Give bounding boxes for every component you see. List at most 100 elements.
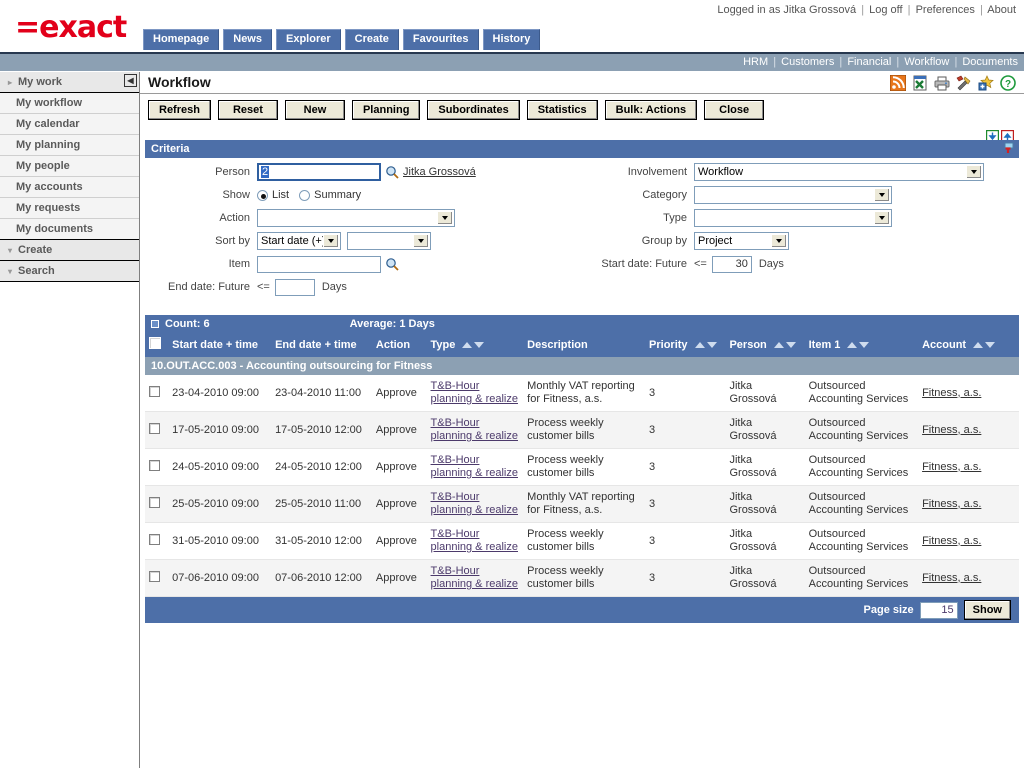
tab-history[interactable]: History <box>482 29 541 50</box>
sidebar-group-my-work[interactable]: ▸ My work ◀ <box>0 72 139 93</box>
page-size-input[interactable]: 15 <box>919 601 958 619</box>
sidebar-group-search[interactable]: ▾ Search <box>0 261 139 282</box>
account-link[interactable]: Fitness, a.s. <box>922 387 981 399</box>
add-favourite-icon[interactable] <box>978 75 994 91</box>
row-checkbox[interactable] <box>149 459 160 471</box>
show-radio-summary[interactable] <box>299 189 311 201</box>
excel-export-icon[interactable] <box>912 75 928 91</box>
subordinates-button[interactable]: Subordinates <box>427 100 520 120</box>
module-link-workflow[interactable]: Workflow <box>904 56 949 68</box>
end-date-future-input[interactable] <box>274 278 315 296</box>
table-row[interactable]: 31-05-2010 09:00 31-05-2010 12:00 Approv… <box>145 522 1019 560</box>
type-select[interactable] <box>694 209 892 227</box>
bulk-actions-button[interactable]: Bulk: Actions <box>604 100 698 120</box>
row-checkbox[interactable] <box>149 533 160 545</box>
sort-arrows <box>773 339 797 351</box>
print-icon[interactable] <box>934 75 950 91</box>
log-off-link[interactable]: Log off <box>869 4 902 16</box>
collapse-group-icon[interactable] <box>151 320 159 328</box>
sort-asc-icon[interactable] <box>694 341 705 348</box>
type-link[interactable]: T&B-Hour planning & realize <box>431 491 518 516</box>
group-header-row[interactable]: 10.OUT.ACC.003 - Accounting outsourcing … <box>145 357 1019 375</box>
account-link[interactable]: Fitness, a.s. <box>922 461 981 473</box>
type-link[interactable]: T&B-Hour planning & realize <box>431 454 518 479</box>
sidebar-item-my-people[interactable]: My people <box>0 156 139 177</box>
sort-by-select[interactable]: Start date (+) <box>257 232 341 250</box>
involvement-select[interactable]: Workflow <box>694 163 984 181</box>
account-link[interactable]: Fitness, a.s. <box>922 424 981 436</box>
module-link-financial[interactable]: Financial <box>847 56 891 68</box>
new-button[interactable]: New <box>284 100 345 120</box>
planning-button[interactable]: Planning <box>351 100 421 120</box>
sidebar-item-my-requests[interactable]: My requests <box>0 198 139 219</box>
account-link[interactable]: Fitness, a.s. <box>922 572 981 584</box>
type-link[interactable]: T&B-Hour planning & realize <box>431 380 518 405</box>
account-link[interactable]: Fitness, a.s. <box>922 535 981 547</box>
type-link[interactable]: T&B-Hour planning & realize <box>431 417 518 442</box>
table-row[interactable]: 24-05-2010 09:00 24-05-2010 12:00 Approv… <box>145 448 1019 486</box>
item-input[interactable] <box>257 255 381 273</box>
type-link[interactable]: T&B-Hour planning & realize <box>431 528 518 553</box>
sidebar-item-my-accounts[interactable]: My accounts <box>0 177 139 198</box>
sort-asc-icon[interactable] <box>462 341 473 348</box>
module-link-hrm[interactable]: HRM <box>743 56 768 68</box>
reset-button[interactable]: Reset <box>217 100 278 120</box>
col-item1-label: Item 1 <box>808 338 841 351</box>
show-radio-list[interactable] <box>257 189 268 201</box>
table-row[interactable]: 25-05-2010 09:00 25-05-2010 11:00 Approv… <box>145 485 1019 523</box>
sort-asc-icon[interactable] <box>973 341 984 348</box>
tab-homepage[interactable]: Homepage <box>143 29 220 50</box>
sort-asc-icon[interactable] <box>847 341 858 348</box>
sidebar-item-my-calendar[interactable]: My calendar <box>0 114 139 135</box>
sidebar-group-label: Search <box>18 265 55 277</box>
row-checkbox[interactable] <box>149 422 160 434</box>
tab-explorer[interactable]: Explorer <box>276 29 341 50</box>
module-link-documents[interactable]: Documents <box>962 56 1018 68</box>
person-input[interactable]: 2 <box>257 163 381 181</box>
preferences-link[interactable]: Preferences <box>916 4 975 16</box>
sort-by-secondary-select[interactable] <box>347 232 431 250</box>
sort-desc-icon[interactable] <box>859 341 870 348</box>
table-row[interactable]: 07-06-2010 09:00 07-06-2010 12:00 Approv… <box>145 559 1019 597</box>
help-icon[interactable]: ? <box>1000 75 1016 91</box>
about-link[interactable]: About <box>987 4 1016 16</box>
group-by-select[interactable]: Project <box>694 232 789 250</box>
pin-icon[interactable] <box>1002 142 1015 155</box>
table-row[interactable]: 17-05-2010 09:00 17-05-2010 12:00 Approv… <box>145 411 1019 449</box>
sidebar-item-my-planning[interactable]: My planning <box>0 135 139 156</box>
tab-news[interactable]: News <box>223 29 272 50</box>
close-button[interactable]: Close <box>704 100 765 120</box>
results-footer: Page size 15 Show <box>145 597 1019 623</box>
sidebar-group-create[interactable]: ▾ Create <box>0 240 139 261</box>
sort-desc-icon[interactable] <box>474 341 485 348</box>
sort-desc-icon[interactable] <box>785 341 796 348</box>
item-lookup-icon[interactable] <box>385 257 400 272</box>
sidebar-collapse-button[interactable]: ◀ <box>124 74 137 87</box>
person-lookup-icon[interactable] <box>385 165 400 180</box>
start-date-future-input[interactable]: 30 <box>711 255 752 273</box>
action-select[interactable] <box>257 209 455 227</box>
select-all-checkbox[interactable] <box>149 337 161 349</box>
statistics-button[interactable]: Statistics <box>526 100 598 120</box>
account-link[interactable]: Fitness, a.s. <box>922 498 981 510</box>
category-select[interactable] <box>694 186 892 204</box>
row-checkbox[interactable] <box>149 385 160 397</box>
show-button[interactable]: Show <box>963 600 1011 620</box>
sidebar-item-my-workflow[interactable]: My workflow <box>0 93 139 114</box>
col-account-label: Account <box>922 338 967 351</box>
module-link-customers[interactable]: Customers <box>781 56 834 68</box>
table-row[interactable]: 23-04-2010 09:00 23-04-2010 11:00 Approv… <box>145 375 1019 412</box>
tab-favourites[interactable]: Favourites <box>402 29 479 50</box>
row-checkbox[interactable] <box>149 496 160 508</box>
person-link[interactable]: Jitka Grossová <box>403 166 476 178</box>
sort-desc-icon[interactable] <box>706 341 717 348</box>
sort-asc-icon[interactable] <box>773 341 784 348</box>
tab-create[interactable]: Create <box>344 29 399 50</box>
rss-icon[interactable] <box>889 74 907 92</box>
refresh-button[interactable]: Refresh <box>148 100 211 120</box>
row-checkbox[interactable] <box>149 570 160 582</box>
type-link[interactable]: T&B-Hour planning & realize <box>431 565 518 590</box>
sort-desc-icon[interactable] <box>985 341 996 348</box>
sidebar-item-my-documents[interactable]: My documents <box>0 219 139 240</box>
tools-icon[interactable] <box>956 75 972 91</box>
